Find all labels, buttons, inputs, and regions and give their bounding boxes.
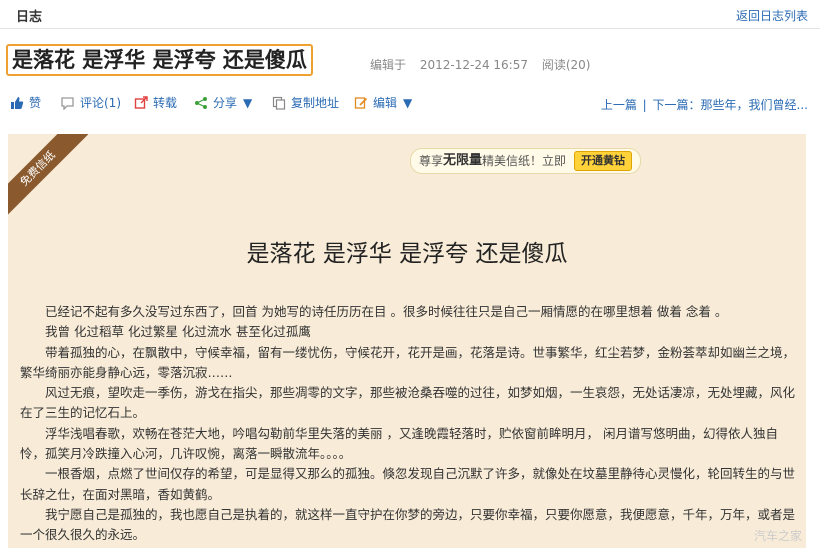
paragraph: 我曾 化过稻草 化过繁星 化过流水 甚至化过孤鹰 xyxy=(45,324,311,340)
paragraph: 浮华浅唱春歌，欢畅在苍茫大地，吟唱勾勒前华里失落的美丽 ，又逢晚霞轻落时，贮依窗… xyxy=(20,425,778,462)
like-label: 赞 xyxy=(29,96,42,110)
paragraph: 我宁愿自己是孤独的，我也愿自己是执着的，就这样一直守护在你梦的旁边，只要你幸福，… xyxy=(20,506,796,543)
copy-label: 复制地址 xyxy=(291,96,340,110)
open-yellow-diamond-button[interactable]: 开通黄钻 xyxy=(574,151,633,171)
chevron-down-icon: ▼ xyxy=(403,95,413,110)
post-datetime: 2012-12-24 16:57 xyxy=(419,58,528,72)
promo-suffix: 精美信纸！立即 xyxy=(482,154,567,168)
top-bar: 日志 返回日志列表 xyxy=(0,0,820,29)
copy-icon xyxy=(272,96,286,110)
edited-label: 编辑于 xyxy=(370,58,407,72)
paragraph: 一根香烟，点燃了世间仅存的希望，可是显得又那么的孤独。倏忽发现自己沉默了许多，就… xyxy=(20,466,796,502)
post-header: 是落花 是浮华 是浮夸 还是傻瓜 编辑于 2012-12-24 16:57 阅读… xyxy=(6,44,816,78)
letter-body: 已经记不起有多久没写过东西了，回首 为她写的诗任历历在目 。很多时候往往只是自己… xyxy=(20,302,796,546)
comment-button[interactable]: 评论(1) xyxy=(60,94,121,111)
edit-icon xyxy=(354,96,368,109)
watermark: 汽车之家 xyxy=(753,529,802,543)
view-count: 阅读(20) xyxy=(541,58,591,72)
share-icon xyxy=(195,96,207,109)
comment-icon xyxy=(61,96,74,110)
post-meta: 编辑于 2012-12-24 16:57 阅读(20) xyxy=(370,56,600,73)
nav-separator: | xyxy=(642,98,647,112)
share-label: 分享 xyxy=(213,96,238,110)
letter-paper: 免费信纸 尊享 无限量 精美信纸！立即 开通黄钻 是落花 是浮华 是浮夸 还是傻… xyxy=(8,134,806,548)
like-button[interactable]: 赞 xyxy=(10,94,41,111)
copy-link-button[interactable]: 复制地址 xyxy=(272,94,339,111)
repost-button[interactable]: 转载 xyxy=(134,94,177,111)
section-title: 日志 xyxy=(16,10,43,25)
paragraph: 风过无痕，望吹走一季伤，游戈在指尖，那些凋零的文字，那些被沧桑吞噬的过往，如梦如… xyxy=(20,385,796,421)
thumbs-up-icon xyxy=(11,96,24,109)
edit-button[interactable]: 编辑 ▼ xyxy=(354,94,412,111)
comment-label: 评论(1) xyxy=(80,96,121,110)
post-title: 是落花 是浮华 是浮夸 还是傻瓜 xyxy=(6,44,313,76)
vip-promo-banner: 尊享 无限量 精美信纸！立即 开通黄钻 xyxy=(410,148,642,174)
repost-label: 转载 xyxy=(153,96,178,110)
paragraph: 已经记不起有多久没写过东西了，回首 为她写的诗任历历在目 。很多时候往往只是自己… xyxy=(45,304,728,319)
chevron-down-icon: ▼ xyxy=(243,95,253,110)
free-stationery-ribbon: 免费信纸 xyxy=(8,134,89,220)
back-to-list-link[interactable]: 返回日志列表 xyxy=(736,7,808,24)
paragraph: 带着孤独的心，在飘散中，守候幸福，留有一缕忧伤，守候花开，花开是画，花落是诗。世… xyxy=(20,344,796,380)
edit-label: 编辑 xyxy=(373,96,398,110)
action-bar: 赞 评论(1) 转载 分享 ▼ 复制地址 编辑 ▼ 上一篇 | 下一篇：那些年，… xyxy=(0,90,820,116)
next-post-link[interactable]: 下一篇：那些年，我们曾经... xyxy=(653,98,808,112)
promo-bold: 无限量 xyxy=(443,153,483,168)
prev-post-link[interactable]: 上一篇 xyxy=(601,98,637,112)
share-button[interactable]: 分享 ▼ xyxy=(194,94,252,111)
repost-icon xyxy=(134,95,148,109)
letter-title: 是落花 是浮华 是浮夸 还是傻瓜 xyxy=(246,241,568,267)
promo-prefix: 尊享 xyxy=(419,154,444,168)
post-navigation: 上一篇 | 下一篇：那些年，我们曾经... xyxy=(601,96,808,113)
